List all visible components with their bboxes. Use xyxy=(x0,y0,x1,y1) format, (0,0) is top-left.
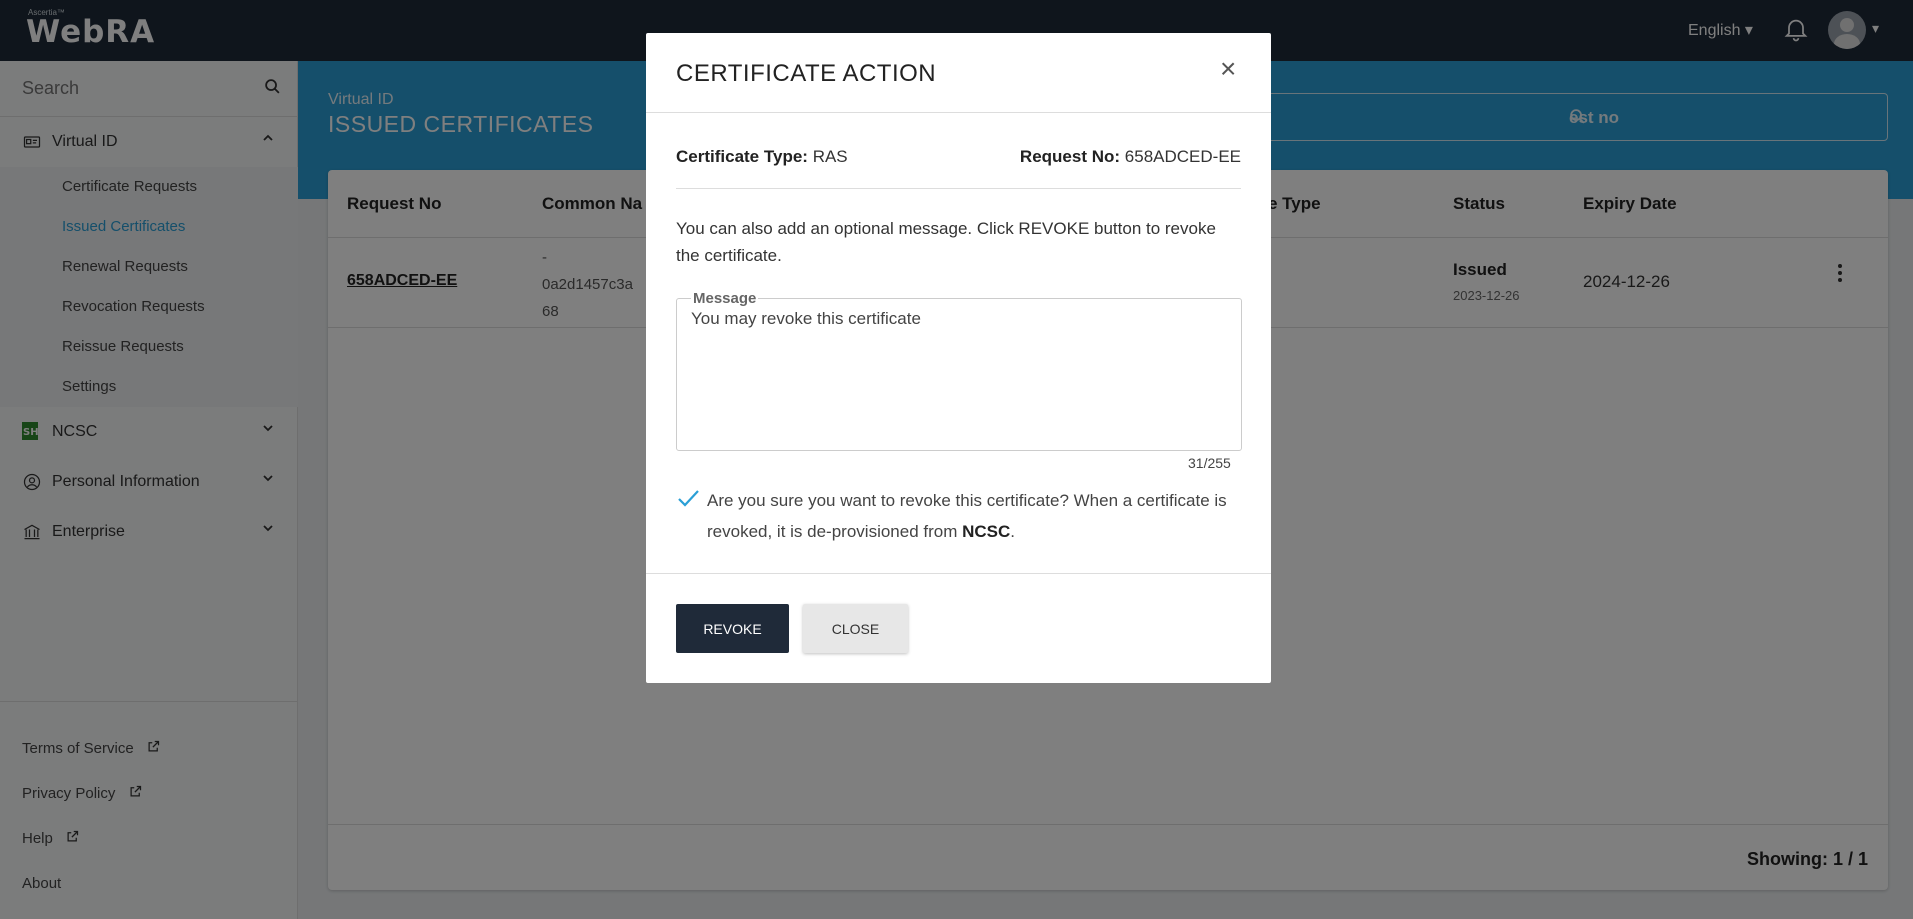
character-counter: 31/255 xyxy=(1188,455,1231,471)
dialog-header: CERTIFICATE ACTION × xyxy=(646,33,1271,113)
certificate-action-dialog: CERTIFICATE ACTION × Certificate Type: R… xyxy=(646,33,1271,683)
close-icon[interactable]: × xyxy=(1220,55,1236,83)
dialog-footer: REVOKE CLOSE xyxy=(646,573,1271,683)
message-label: Message xyxy=(691,290,759,307)
confirm-checkbox[interactable] xyxy=(676,487,700,516)
confirm-text-2: . xyxy=(1010,522,1016,541)
request-no-label: Request No: xyxy=(1019,147,1121,166)
message-field: Message xyxy=(676,290,1242,451)
cert-type-value: RAS xyxy=(812,147,848,166)
cert-type-label: Certificate Type: xyxy=(676,147,808,166)
close-button[interactable]: CLOSE xyxy=(803,604,908,653)
dialog-description: You can also add an optional message. Cl… xyxy=(676,219,1216,265)
revoke-button[interactable]: REVOKE xyxy=(676,604,789,653)
revoke-confirmation: Are you sure you want to revoke this cer… xyxy=(676,485,1241,547)
message-textarea[interactable] xyxy=(691,309,1227,439)
request-no-value: 658ADCED-EE xyxy=(1124,147,1241,166)
confirm-bold: NCSC xyxy=(962,522,1011,541)
dialog-title: CERTIFICATE ACTION xyxy=(676,60,937,87)
confirm-text: Are you sure you want to revoke this cer… xyxy=(707,485,1241,547)
certificate-info: Certificate Type: RAS Request No: 658ADC… xyxy=(676,147,1241,189)
